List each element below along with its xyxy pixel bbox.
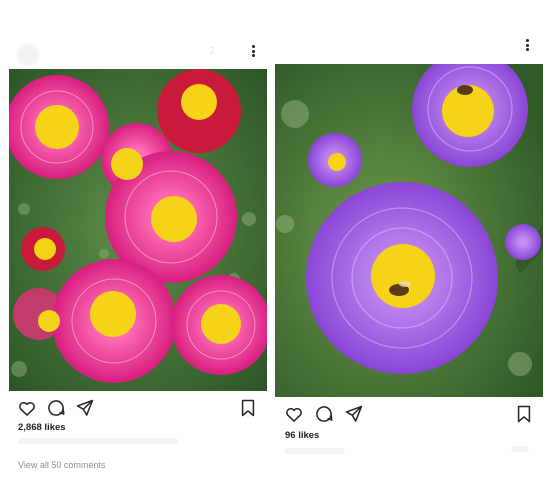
- more-options-button[interactable]: [521, 39, 533, 51]
- more-dot: [525, 43, 529, 47]
- save-button[interactable]: [238, 398, 258, 418]
- caption-blurred: [285, 448, 345, 454]
- comment-icon: [48, 400, 65, 416]
- heart-icon: [286, 408, 302, 422]
- likes-count[interactable]: 2,868 likes: [18, 422, 66, 433]
- caption-blurred: [511, 446, 529, 452]
- heart-icon: [19, 402, 35, 416]
- comment-icon: [316, 406, 333, 422]
- bookmark-icon: [241, 399, 255, 417]
- paper-plane-icon: [76, 399, 94, 416]
- more-dot: [251, 49, 255, 53]
- post-photo[interactable]: [275, 64, 543, 397]
- more-dot: [525, 48, 529, 51]
- comment-button[interactable]: [314, 404, 334, 424]
- more-options-button[interactable]: [247, 45, 259, 57]
- feed-post-right: 96 likes: [275, 30, 543, 470]
- post-actions: [9, 398, 267, 420]
- more-vertical-icon: [251, 45, 255, 48]
- save-button[interactable]: [514, 404, 534, 424]
- like-button[interactable]: [284, 404, 304, 424]
- username[interactable]: 2: [209, 46, 215, 57]
- more-vertical-icon: [525, 39, 529, 42]
- avatar[interactable]: [17, 44, 39, 66]
- comment-button[interactable]: [46, 398, 66, 418]
- more-dot: [251, 54, 255, 57]
- purple-aster-bee-photo: [275, 64, 543, 397]
- view-comments-link[interactable]: View all 50 comments: [18, 460, 105, 470]
- post-header: 2: [9, 36, 267, 66]
- pink-daisy-flowers-photo: [9, 69, 267, 391]
- like-button[interactable]: [17, 398, 37, 418]
- feed-post-left: 2 2,868 likes View all 50 comments: [9, 36, 267, 486]
- post-header: [275, 30, 543, 60]
- bookmark-icon: [517, 405, 531, 423]
- share-button[interactable]: [344, 404, 364, 424]
- paper-plane-icon: [345, 405, 363, 422]
- post-photo[interactable]: [9, 69, 267, 391]
- likes-count[interactable]: 96 likes: [285, 430, 319, 441]
- caption-blurred: [18, 438, 178, 444]
- share-button[interactable]: [75, 398, 95, 418]
- post-actions: [275, 404, 543, 426]
